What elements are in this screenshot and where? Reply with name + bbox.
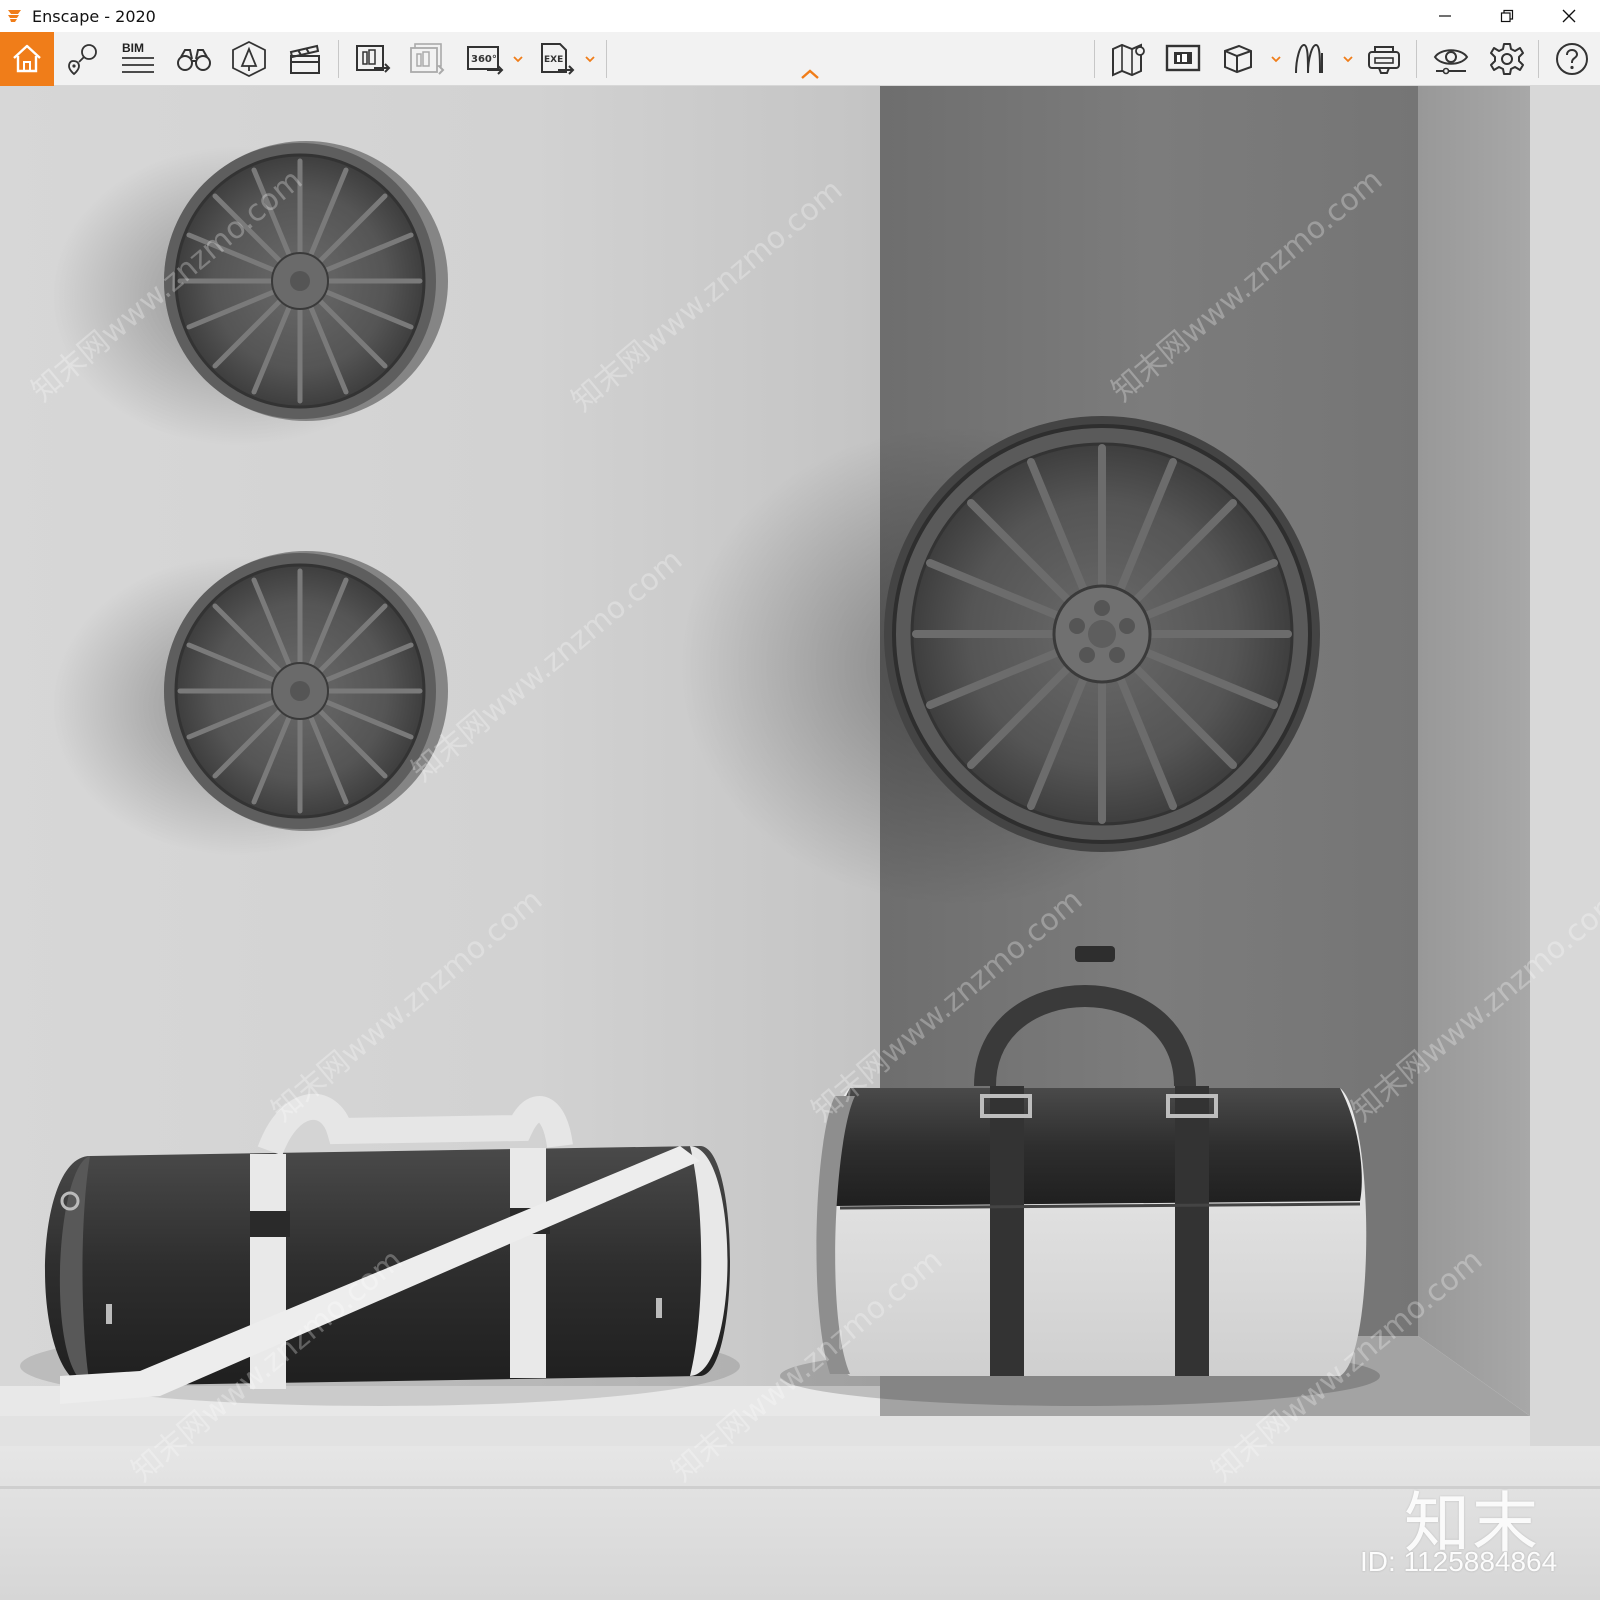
window-controls (1414, 0, 1600, 32)
material-editor-icon (1295, 43, 1323, 74)
screen-capture-icon (1165, 44, 1201, 72)
batch-render-button[interactable] (404, 32, 450, 86)
restore-button[interactable] (1476, 0, 1538, 32)
chevron-up-icon (801, 69, 819, 79)
collapse-toolbar-button[interactable] (798, 66, 822, 82)
views-button[interactable] (62, 32, 106, 86)
chevron-down-icon (1343, 56, 1353, 63)
render-image-button[interactable] (350, 32, 396, 86)
eye-icon (1433, 49, 1469, 75)
batch-render-icon (410, 43, 445, 75)
restore-icon (1500, 9, 1514, 23)
export-exe-icon: EXE (541, 43, 575, 75)
export-dropdown-caret[interactable] (582, 32, 598, 86)
panorama-button[interactable]: 360° (462, 32, 508, 86)
material-dropdown-caret[interactable] (1340, 32, 1356, 86)
walk-mode-button[interactable] (172, 32, 216, 86)
window-title: Enscape - 2020 (32, 6, 156, 26)
video-editor-button[interactable] (282, 32, 328, 86)
close-button[interactable] (1538, 0, 1600, 32)
minimize-icon (1439, 15, 1451, 17)
title-bar: Enscape - 2020 (0, 0, 1600, 32)
cube-view-button[interactable] (1214, 32, 1260, 86)
watermark-id: ID: 1125884864 (1360, 1546, 1558, 1577)
help-icon (1556, 43, 1588, 75)
toolbar-separator (338, 40, 339, 78)
chevron-down-icon (513, 56, 523, 63)
cube-dropdown-caret[interactable] (1268, 32, 1284, 86)
binoculars-icon (177, 49, 211, 71)
panorama-dropdown-caret[interactable] (510, 32, 526, 86)
panorama-360-icon: 360° (467, 46, 504, 75)
help-button[interactable] (1550, 32, 1594, 86)
export-exe-button[interactable]: EXE (534, 32, 580, 86)
vr-headset-icon (1368, 46, 1400, 74)
visual-settings-button[interactable] (1428, 32, 1474, 86)
clapperboard-icon (289, 44, 320, 74)
capture-view-button[interactable] (1160, 32, 1206, 86)
minimize-button[interactable] (1414, 0, 1476, 32)
vr-headset-button[interactable] (1362, 32, 1408, 86)
asset-library-icon (232, 40, 266, 78)
render-image-icon (356, 45, 391, 73)
bim-icon: BIM (120, 42, 156, 76)
map-button[interactable] (1106, 32, 1152, 86)
bim-button[interactable]: BIM (116, 32, 160, 86)
toolbar-separator (1094, 40, 1095, 78)
home-button[interactable] (0, 32, 54, 86)
chevron-down-icon (1271, 56, 1281, 63)
toolbar-separator (1416, 40, 1417, 78)
wheel-rim-middle-left (164, 551, 448, 831)
export-exe-label: EXE (544, 55, 563, 65)
material-editor-button[interactable] (1288, 32, 1334, 86)
enscape-logo-icon (4, 5, 26, 27)
chevron-down-icon (585, 56, 595, 63)
map-icon (1112, 43, 1145, 77)
render-viewport[interactable]: 知末网www.znzmo.com 知末网www.znzmo.com 知末网www… (0, 86, 1600, 1600)
general-settings-button[interactable] (1484, 32, 1530, 86)
bim-label: BIM (122, 41, 144, 55)
cube-icon (1224, 44, 1252, 74)
home-icon (13, 44, 41, 73)
close-icon (1562, 9, 1576, 23)
toolbar-separator (606, 40, 607, 78)
wheel-rim-top-left (164, 141, 448, 421)
asset-library-button[interactable] (226, 32, 272, 86)
wheel-rim-large-right (884, 416, 1320, 852)
panorama-label: 360° (471, 54, 497, 65)
toolbar-separator (1538, 40, 1539, 78)
gear-icon (1490, 43, 1524, 75)
location-pin-icon (68, 44, 97, 76)
